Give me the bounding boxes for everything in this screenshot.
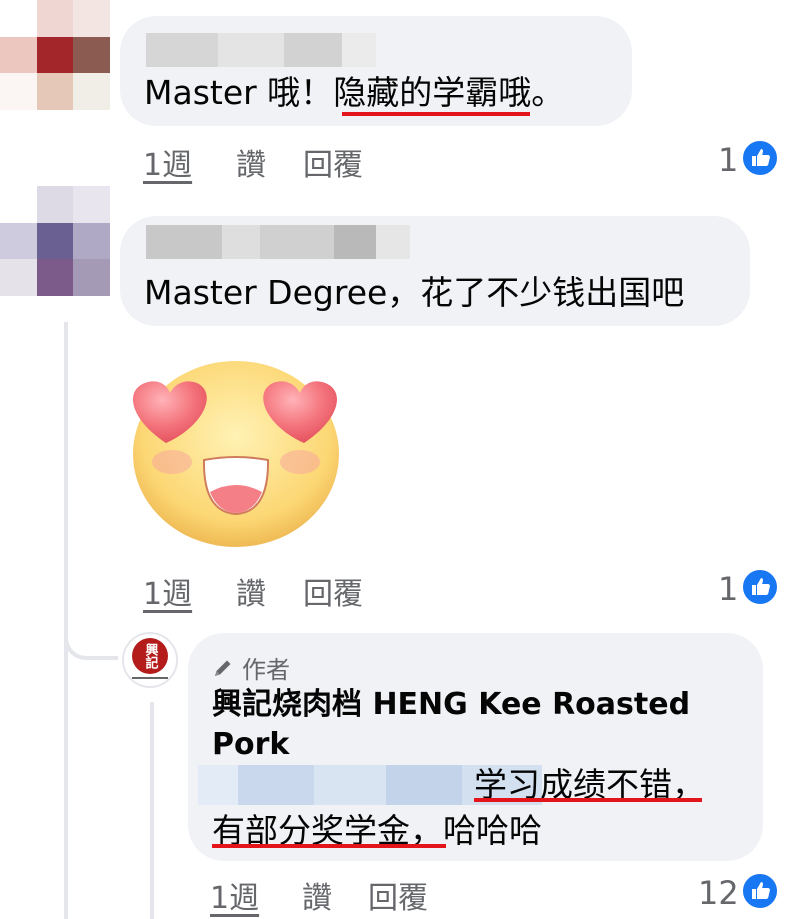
thread-line-reply	[150, 702, 154, 919]
reply-button[interactable]: 回覆	[368, 873, 428, 917]
reply-bubble: 作者 興記烧肉档 HENG Kee Roasted Pork 学习成绩不错， 有…	[188, 633, 763, 861]
avatar-logo: 興記	[132, 638, 168, 674]
thumbs-up-icon[interactable]	[740, 138, 780, 178]
comment-bubble: Master Degree，花了不少钱出国吧	[120, 216, 750, 326]
like-button[interactable]: 讚	[236, 140, 266, 184]
commenter-avatar[interactable]	[0, 186, 110, 296]
red-underline	[342, 112, 530, 116]
page-avatar[interactable]: 興記	[122, 632, 178, 688]
blurred-author-name[interactable]	[146, 33, 376, 67]
thumbs-up-icon[interactable]	[740, 567, 780, 607]
comment-bubble: Master 哦！隐藏的学霸哦。	[120, 16, 632, 126]
commenter-avatar[interactable]	[0, 0, 110, 110]
highlighted-text: 隐藏的学霸	[333, 73, 499, 112]
thread-line-branch	[64, 620, 118, 660]
red-underline	[212, 844, 446, 848]
avatar-caption-line	[132, 677, 168, 679]
reply-button[interactable]: 回覆	[303, 569, 363, 613]
comment-timestamp[interactable]: 1週	[143, 140, 192, 184]
avatar-text: 興記	[142, 643, 158, 669]
red-underline	[474, 798, 702, 802]
comment-text: Master Degree，花了不少钱出国吧	[144, 273, 685, 312]
comment-timestamp[interactable]: 1週	[143, 569, 192, 613]
like-button[interactable]: 讚	[236, 569, 266, 613]
reply-button[interactable]: 回覆	[303, 140, 363, 184]
blurred-author-name[interactable]	[146, 225, 410, 259]
comment-text: Master 哦！隐藏的学霸哦。	[144, 73, 565, 112]
reply-timestamp[interactable]: 1週	[210, 873, 259, 917]
author-badge-label: 作者	[242, 656, 290, 684]
heart-eyes-emoji-icon	[118, 350, 348, 550]
pencil-icon	[215, 660, 231, 676]
thumbs-up-icon[interactable]	[740, 871, 780, 911]
reaction-count[interactable]: 12	[698, 874, 739, 912]
author-badge: 作者	[212, 650, 290, 685]
like-button[interactable]: 讚	[302, 873, 332, 917]
reaction-count[interactable]: 1	[718, 141, 738, 179]
page-name-link[interactable]: 興記烧肉档 HENG Kee Roasted Pork	[212, 685, 712, 765]
reaction-count[interactable]: 1	[718, 570, 738, 608]
